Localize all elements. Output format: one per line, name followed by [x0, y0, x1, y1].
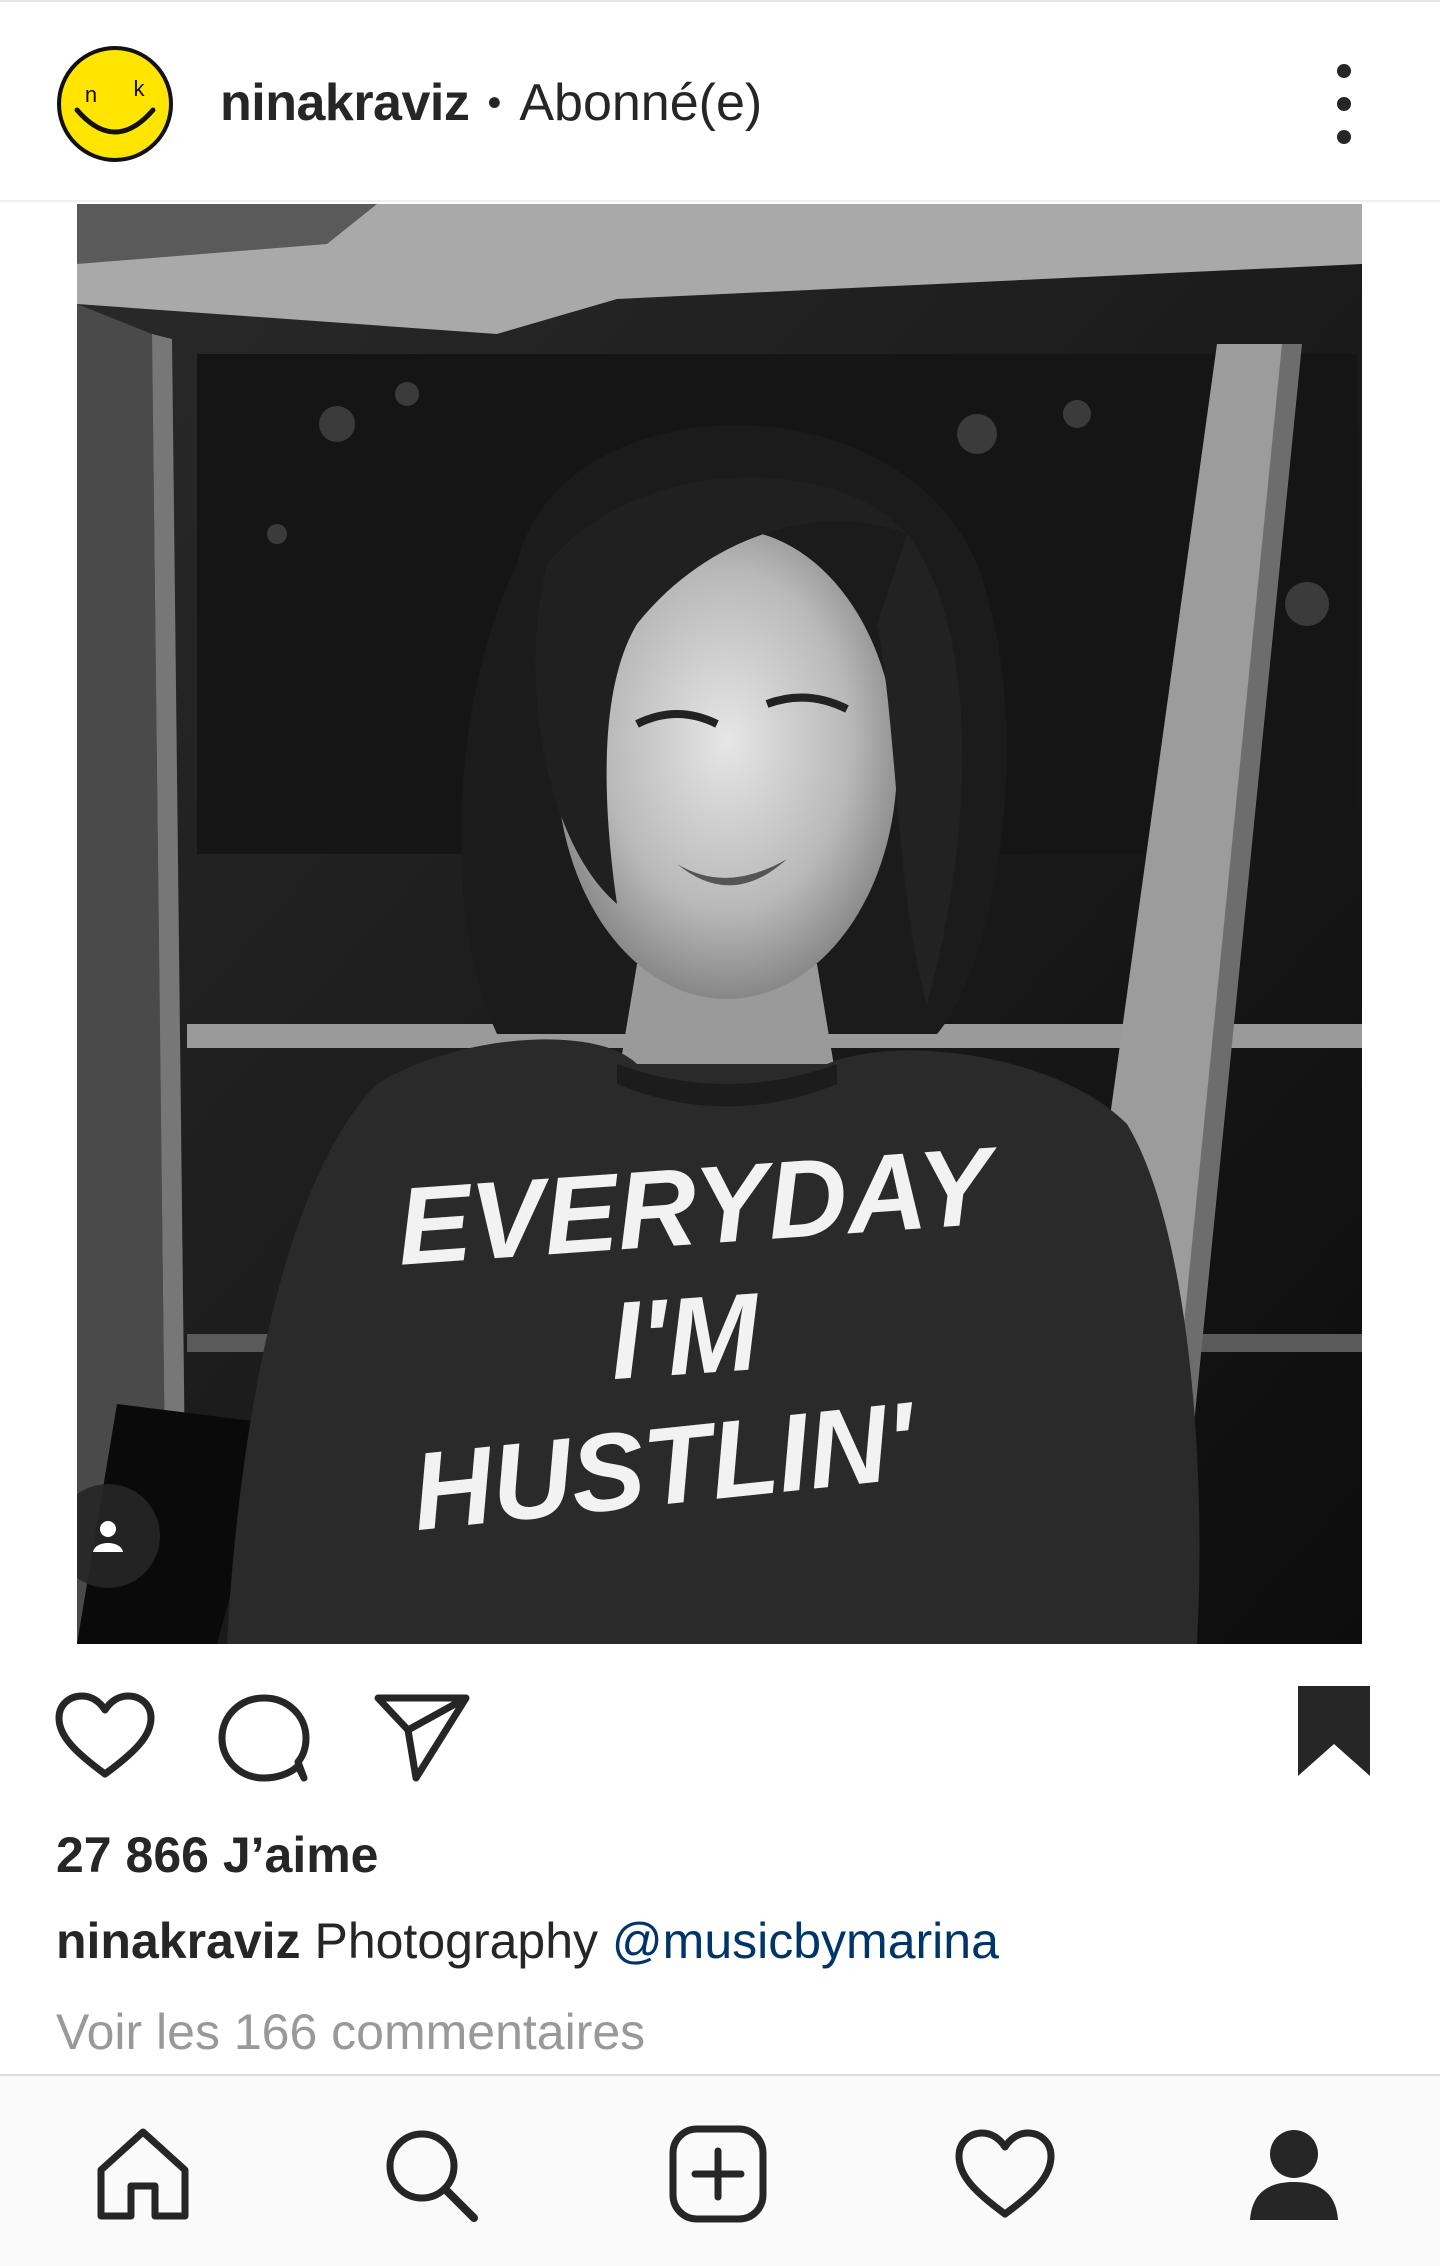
- send-icon[interactable]: [372, 1690, 472, 1786]
- caption: ninakraviz Photography @musicbymarina: [56, 1912, 999, 1970]
- avatar[interactable]: n k: [55, 44, 175, 164]
- separator-dot: •: [487, 80, 502, 125]
- add-post-icon[interactable]: [668, 2124, 768, 2224]
- more-dot: [1337, 64, 1351, 78]
- comment-icon[interactable]: [216, 1690, 312, 1786]
- view-comments-link[interactable]: Voir les 166 commentaires: [56, 2003, 645, 2061]
- home-icon[interactable]: [93, 2124, 193, 2224]
- likes-count[interactable]: 27 866 J’aime: [56, 1826, 379, 1884]
- avatar-letter-n: n: [85, 82, 97, 107]
- caption-username[interactable]: ninakraviz: [56, 1913, 301, 1969]
- header-text: ninakraviz • Abonné(e): [220, 68, 762, 138]
- follow-status-button[interactable]: Abonné(e): [519, 73, 762, 133]
- shirt-text-line-2: I'M: [606, 1270, 765, 1403]
- more-dot: [1337, 97, 1351, 111]
- post-header: n k ninakraviz • Abonné(e): [0, 0, 1440, 202]
- profile-icon[interactable]: [1244, 2124, 1344, 2224]
- caption-mention-link[interactable]: @musicbymarina: [612, 1913, 999, 1969]
- search-icon[interactable]: [380, 2124, 480, 2224]
- post-photo[interactable]: EVERYDAY I'M HUSTLIN': [77, 204, 1362, 1644]
- photo-illustration: EVERYDAY I'M HUSTLIN': [77, 204, 1362, 1644]
- more-dot: [1337, 130, 1351, 144]
- more-options-icon[interactable]: [1322, 64, 1366, 144]
- user-tag-icon: [93, 1521, 123, 1552]
- bottom-navigation: [0, 2074, 1440, 2266]
- bookmark-icon[interactable]: [1294, 1682, 1374, 1780]
- activity-heart-icon[interactable]: [955, 2124, 1055, 2224]
- avatar-letter-k: k: [134, 76, 146, 101]
- heart-icon[interactable]: [55, 1692, 155, 1782]
- username-link[interactable]: ninakraviz: [220, 73, 470, 133]
- caption-text: Photography: [314, 1913, 599, 1969]
